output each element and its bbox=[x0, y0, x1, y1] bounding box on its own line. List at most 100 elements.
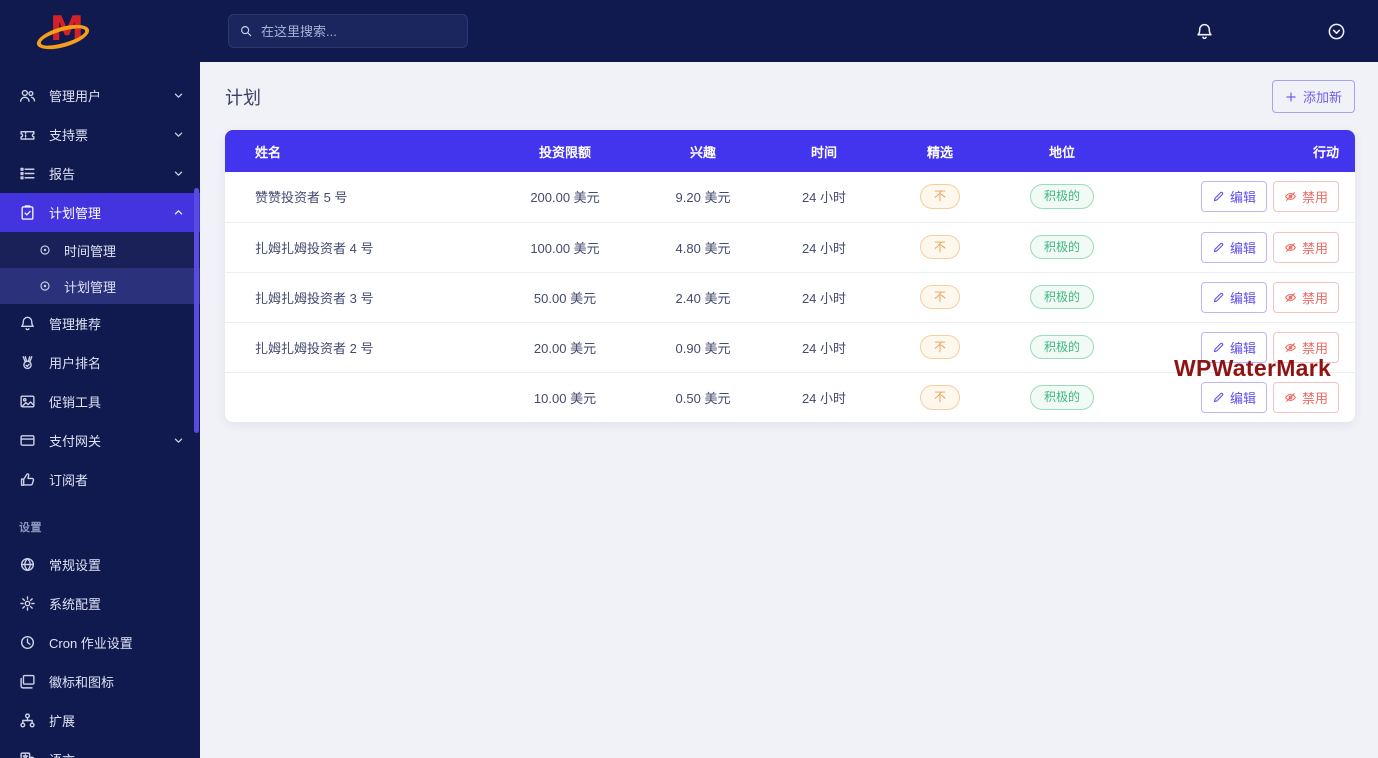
plus-icon bbox=[1285, 91, 1297, 103]
edit-button[interactable]: 编辑 bbox=[1200, 231, 1267, 263]
plans-table-card: 姓名 投资限额 兴趣 时间 精选 地位 行动 赞赞投资者 5 号 200.00 … bbox=[225, 130, 1355, 422]
notification-bell-icon[interactable] bbox=[1195, 22, 1214, 41]
disable-button[interactable]: 禁用 bbox=[1272, 331, 1339, 363]
disable-button[interactable]: 禁用 bbox=[1272, 181, 1339, 213]
plan-invest-limit: 200.00 美元 bbox=[495, 172, 635, 223]
pencil-icon bbox=[1212, 241, 1225, 254]
images-icon bbox=[19, 673, 36, 690]
status-badge: 积极的 bbox=[1029, 334, 1094, 360]
sidebar-item-system-configuration[interactable]: 系统配置 bbox=[0, 584, 200, 623]
sidebar-item-support-tickets[interactable]: 支持票 bbox=[0, 115, 200, 154]
table-row: 扎姆扎姆投资者 3 号 50.00 美元 2.40 美元 24 小时 不 积极的… bbox=[225, 272, 1355, 323]
sidebar-item-manage-users[interactable]: 管理用户 bbox=[0, 76, 200, 115]
sidebar-item-plan-management[interactable]: 计划管理 bbox=[0, 193, 200, 232]
plan-interest: 9.20 美元 bbox=[635, 172, 771, 223]
disable-button[interactable]: 禁用 bbox=[1272, 381, 1339, 413]
sidebar-item-payment-gateways[interactable]: 支付网关 bbox=[0, 421, 200, 460]
table-row: 扎姆扎姆投资者 2 号 20.00 美元 0.90 美元 24 小时 不 积极的… bbox=[225, 322, 1355, 373]
column-header-invest-limit: 投资限额 bbox=[495, 130, 635, 172]
plan-invest-limit: 10.00 美元 bbox=[533, 390, 597, 406]
column-header-featured: 精选 bbox=[877, 130, 1003, 172]
search-icon bbox=[239, 24, 253, 38]
sidebar: M 管理用户 支持票 报告 计划管理 时间管理 计划管理 管理推荐 用户排名 促… bbox=[0, 0, 200, 758]
eye-slash-icon bbox=[1284, 190, 1297, 203]
plan-interest: 2.40 美元 bbox=[635, 272, 771, 323]
image-icon bbox=[19, 393, 36, 410]
sidebar-scrollbar[interactable] bbox=[194, 188, 199, 433]
sidebar-item-cron-job-settings[interactable]: Cron 作业设置 bbox=[0, 623, 200, 662]
disable-button[interactable]: 禁用 bbox=[1272, 281, 1339, 313]
edit-button-label: 编辑 bbox=[1229, 290, 1256, 306]
status-badge: 积极的 bbox=[1029, 184, 1094, 210]
table-row: 10.00 美元 0.50 美元 24 小时 不 积极的 编辑 禁用 bbox=[225, 372, 1355, 422]
sidebar-subitem-plan-management[interactable]: 计划管理 bbox=[0, 268, 200, 304]
disable-button-label: 禁用 bbox=[1301, 190, 1328, 206]
status-badge: 积极的 bbox=[1029, 284, 1094, 310]
gear-icon bbox=[19, 595, 36, 612]
dot-circle-icon bbox=[38, 243, 52, 257]
sidebar-item-label: Cron 作业设置 bbox=[49, 636, 133, 651]
sidebar-item-language[interactable]: 语言 bbox=[0, 740, 200, 758]
chevron-down-icon bbox=[173, 435, 184, 446]
sidebar-item-label: 管理推荐 bbox=[49, 317, 102, 332]
sidebar-section-settings: 设置 bbox=[19, 522, 42, 534]
pencil-icon bbox=[1212, 190, 1225, 203]
eye-slash-icon bbox=[1284, 391, 1297, 404]
plans-table: 姓名 投资限额 兴趣 时间 精选 地位 行动 赞赞投资者 5 号 200.00 … bbox=[225, 130, 1355, 422]
disable-button-label: 禁用 bbox=[1301, 390, 1328, 406]
featured-badge: 不 bbox=[919, 384, 960, 410]
sidebar-item-user-ranking[interactable]: 用户排名 bbox=[0, 343, 200, 382]
disable-button-label: 禁用 bbox=[1301, 240, 1328, 256]
column-header-name: 姓名 bbox=[225, 130, 495, 172]
sidebar-item-extensions[interactable]: 扩展 bbox=[0, 701, 200, 740]
sidebar-item-general-settings[interactable]: 常规设置 bbox=[0, 545, 200, 584]
plan-interest: 0.90 美元 bbox=[635, 322, 771, 373]
edit-button-label: 编辑 bbox=[1229, 240, 1256, 256]
content-area: 计划 添加新 姓名 投资限额 兴趣 时间 精选 地位 行动 赞赞投资者 5 号 … bbox=[200, 62, 1378, 758]
sidebar-item-label: 常规设置 bbox=[49, 558, 102, 573]
plan-interest: 0.50 美元 bbox=[675, 390, 731, 406]
plan-time: 24 小时 bbox=[801, 390, 847, 406]
sidebar-item-label: 徽标和图标 bbox=[49, 675, 115, 690]
sidebar-item-logo-and-icons[interactable]: 徽标和图标 bbox=[0, 662, 200, 701]
edit-button[interactable]: 编辑 bbox=[1200, 181, 1267, 213]
plan-time: 24 小时 bbox=[771, 172, 877, 223]
featured-badge: 不 bbox=[919, 284, 960, 310]
dot-circle-icon bbox=[38, 279, 52, 293]
globe-icon bbox=[19, 556, 36, 573]
plan-management-submenu: 时间管理 计划管理 bbox=[0, 232, 200, 304]
plan-name: 扎姆扎姆投资者 2 号 bbox=[225, 322, 495, 373]
sidebar-item-label: 管理用户 bbox=[49, 89, 102, 104]
column-header-interest: 兴趣 bbox=[635, 130, 771, 172]
sidebar-item-reports[interactable]: 报告 bbox=[0, 154, 200, 193]
sidebar-item-subscribers[interactable]: 订阅者 bbox=[0, 460, 200, 499]
edit-button[interactable]: 编辑 bbox=[1200, 381, 1267, 413]
user-menu-icon[interactable] bbox=[1327, 22, 1346, 41]
plan-name: 扎姆扎姆投资者 4 号 bbox=[225, 222, 495, 273]
sidebar-subitem-time-management[interactable]: 时间管理 bbox=[0, 232, 200, 268]
search-box bbox=[228, 14, 468, 48]
sidebar-nav: 管理用户 支持票 报告 计划管理 时间管理 计划管理 管理推荐 用户排名 促销工… bbox=[0, 64, 200, 758]
report-icon bbox=[19, 165, 36, 182]
sidebar-item-label: 报告 bbox=[49, 167, 76, 182]
chevron-down-icon bbox=[173, 90, 184, 101]
clipboard-icon bbox=[19, 204, 36, 221]
ticket-icon bbox=[19, 126, 36, 143]
sidebar-item-label: 订阅者 bbox=[49, 473, 89, 488]
app-logo[interactable]: M bbox=[0, 0, 200, 64]
plan-invest-limit: 100.00 美元 bbox=[495, 222, 635, 273]
page-title: 计划 bbox=[225, 87, 261, 108]
chevron-down-icon bbox=[173, 129, 184, 140]
edit-button[interactable]: 编辑 bbox=[1200, 331, 1267, 363]
search-input[interactable] bbox=[261, 23, 457, 39]
disable-button-label: 禁用 bbox=[1301, 340, 1328, 356]
disable-button[interactable]: 禁用 bbox=[1272, 231, 1339, 263]
plan-name: 扎姆扎姆投资者 3 号 bbox=[225, 272, 495, 323]
clock-icon bbox=[19, 634, 36, 651]
plan-interest: 4.80 美元 bbox=[635, 222, 771, 273]
edit-button[interactable]: 编辑 bbox=[1200, 281, 1267, 313]
add-new-button[interactable]: 添加新 bbox=[1271, 80, 1355, 113]
sidebar-item-promo-tools[interactable]: 促销工具 bbox=[0, 382, 200, 421]
edit-button-label: 编辑 bbox=[1229, 190, 1256, 206]
sidebar-item-manage-referrals[interactable]: 管理推荐 bbox=[0, 304, 200, 343]
